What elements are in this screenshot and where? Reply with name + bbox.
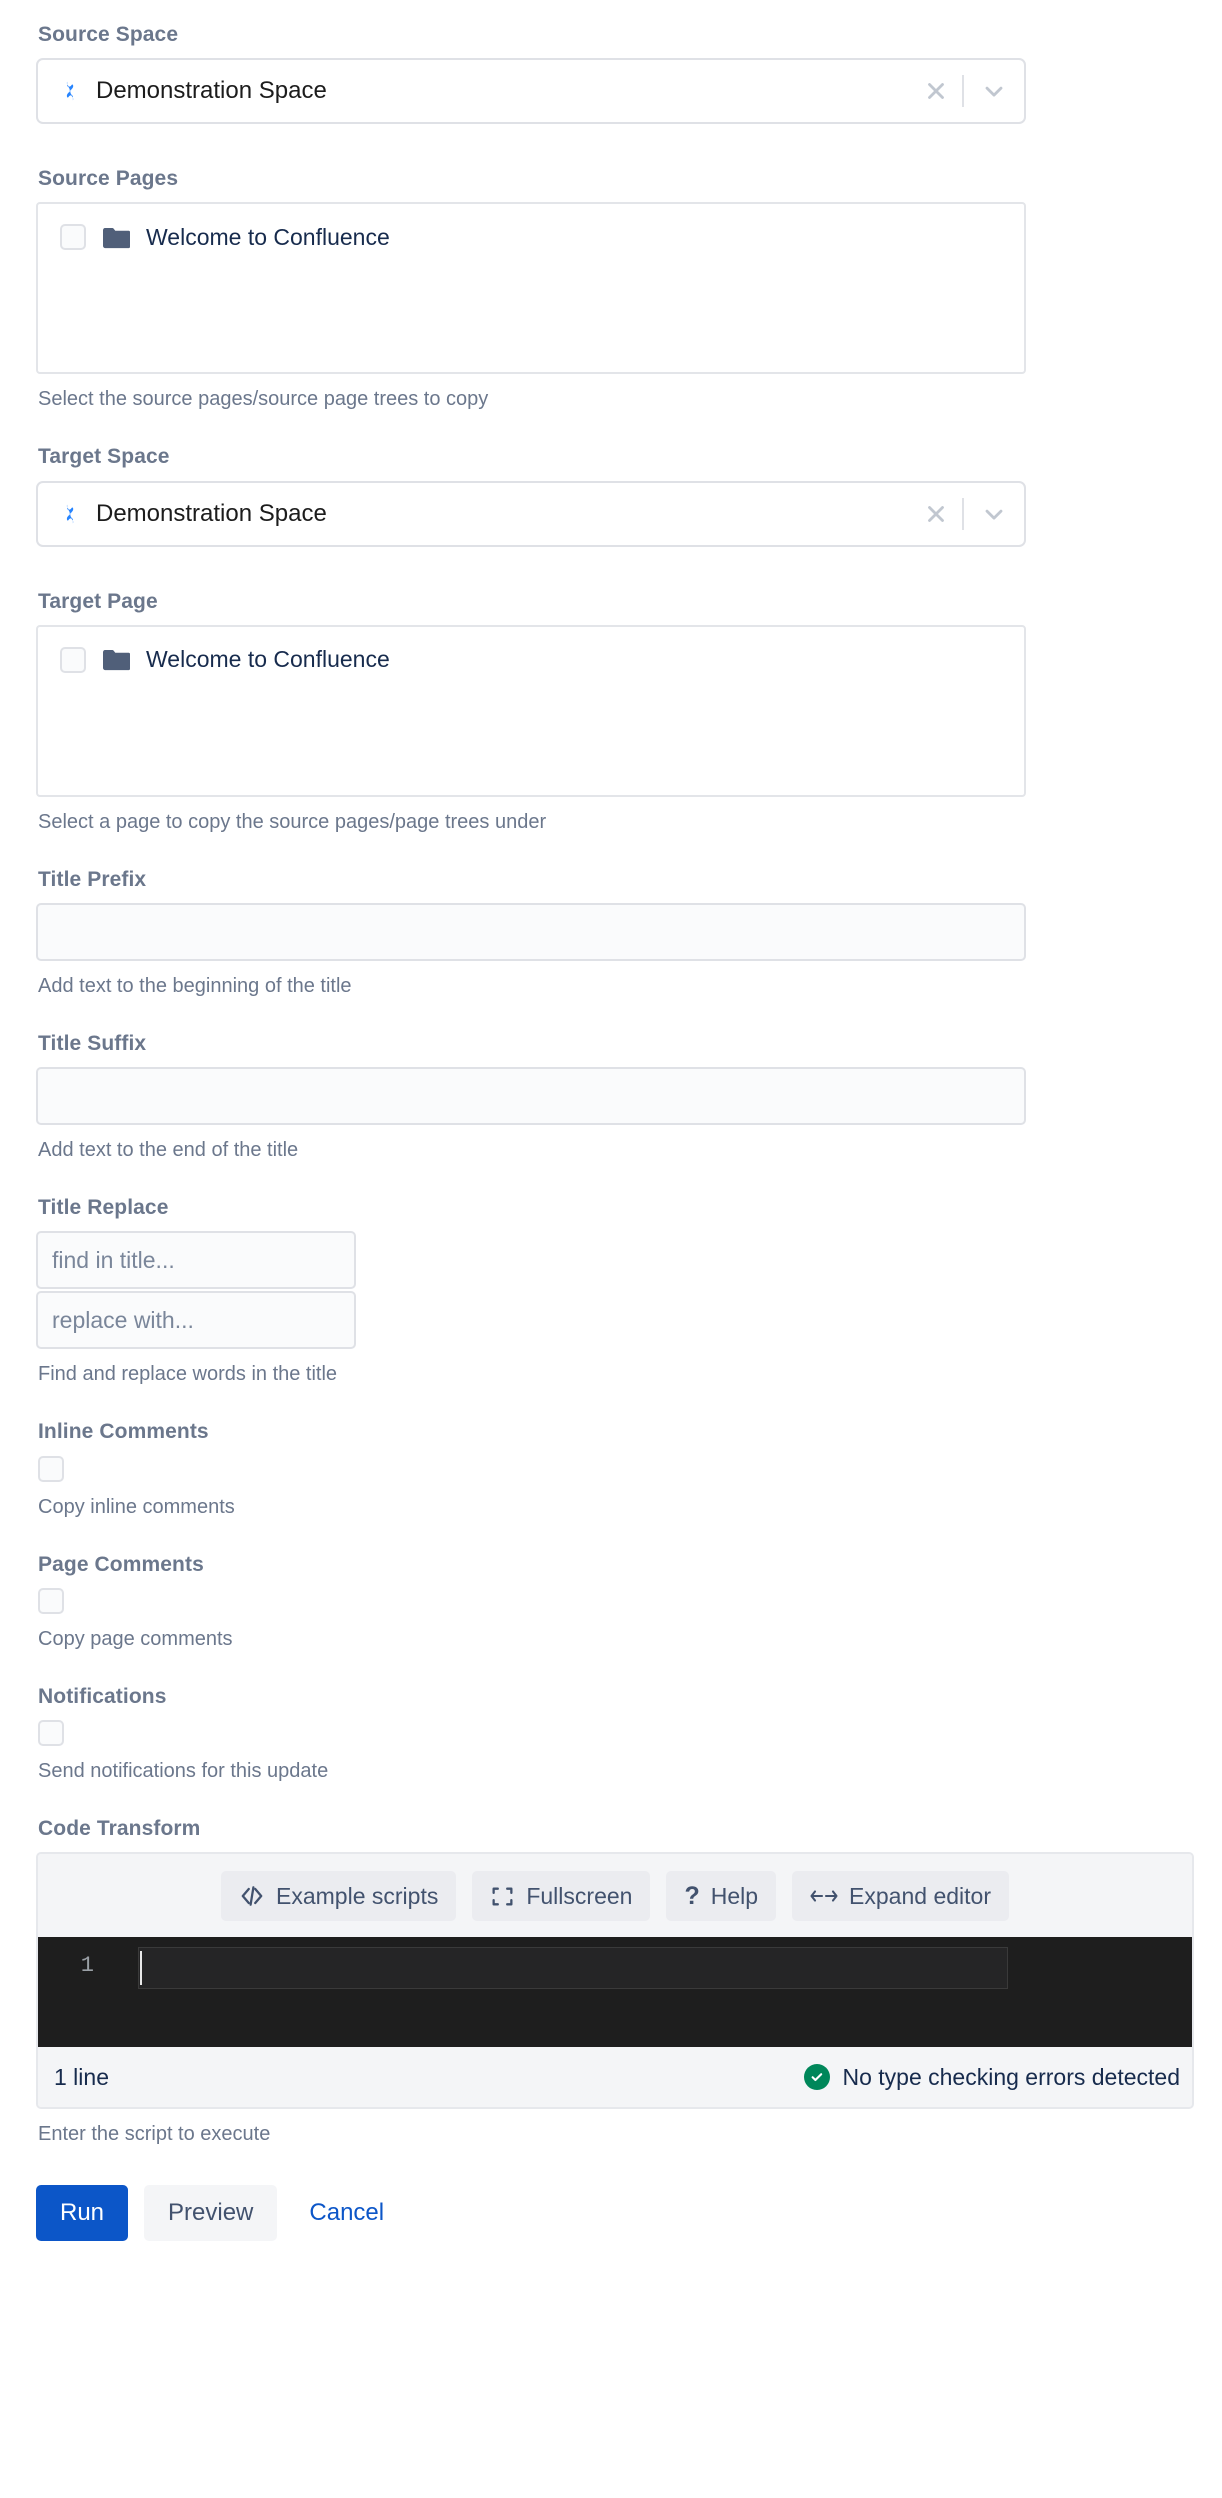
expand-editor-button[interactable]: Expand editor (792, 1871, 1009, 1922)
source-pages-label: Source Pages (38, 167, 179, 191)
folder-icon (103, 650, 130, 671)
target-page-label: Target Page (38, 589, 158, 613)
title-prefix-help: Add text to the beginning of the title (38, 974, 352, 997)
code-editor[interactable]: 1 (38, 1937, 1192, 2048)
line-number: 1 (80, 1953, 94, 1979)
source-space-select[interactable]: Demonstration Space (36, 58, 1026, 125)
run-button[interactable]: Run (36, 2185, 129, 2242)
notifications-checkbox[interactable] (38, 1719, 64, 1746)
code-transform-panel: Example scripts Fullscreen ? Help Expand… (36, 1852, 1194, 2110)
source-space-field: Source Space Demonstration Space (36, 22, 1186, 125)
source-space-selected-value: Demonstration Space (58, 79, 910, 103)
validation-message: No type checking errors detected (842, 2063, 1180, 2090)
expand-editor-label: Expand editor (849, 1882, 991, 1909)
title-suffix-input[interactable] (36, 1067, 1026, 1126)
example-scripts-label: Example scripts (276, 1882, 439, 1909)
inline-comments-field: Inline Comments Copy inline comments (36, 1419, 1186, 1519)
validation-status: No type checking errors detected (804, 2064, 1180, 2091)
copy-page-form: Source Space Demonstration Space Source … (0, 0, 1222, 2273)
line-count-label: 1 line (54, 2063, 109, 2090)
fullscreen-label: Fullscreen (526, 1882, 633, 1909)
code-brackets-icon (241, 1886, 263, 1906)
help-button[interactable]: ? Help (666, 1871, 777, 1922)
example-scripts-button[interactable]: Example scripts (221, 1871, 457, 1922)
title-replace-field: Title Replace Find and replace words in … (36, 1195, 1186, 1387)
form-actions: Run Preview Cancel (36, 2185, 1186, 2242)
target-page-label: Welcome to Confluence (146, 646, 390, 673)
chevron-down-icon[interactable] (964, 500, 1024, 528)
target-page-tree[interactable]: Welcome to Confluence (36, 624, 1026, 797)
inline-comments-checkbox[interactable] (38, 1455, 64, 1482)
target-space-select[interactable]: Demonstration Space (36, 480, 1026, 547)
source-page-label: Welcome to Confluence (146, 223, 390, 250)
list-item[interactable]: Welcome to Confluence (60, 220, 1024, 254)
list-item[interactable]: Welcome to Confluence (60, 643, 1024, 677)
notifications-label: Notifications (38, 1684, 167, 1708)
cancel-button[interactable]: Cancel (293, 2199, 400, 2227)
close-icon[interactable] (910, 501, 962, 527)
target-page-help: Select a page to copy the source pages/p… (38, 810, 547, 833)
code-editor-content[interactable] (110, 1937, 1192, 2047)
page-comments-label: Page Comments (38, 1552, 204, 1576)
title-replace-inputs (36, 1231, 1186, 1350)
active-line-highlight (138, 1947, 1008, 1990)
fullscreen-icon (492, 1887, 513, 1906)
target-space-indicators (910, 483, 1024, 545)
page-comments-field: Page Comments Copy page comments (36, 1552, 1186, 1652)
inline-comments-label: Inline Comments (38, 1420, 209, 1444)
question-mark-icon: ? (684, 1881, 700, 1910)
title-suffix-label: Title Suffix (38, 1031, 147, 1055)
fullscreen-button[interactable]: Fullscreen (472, 1871, 651, 1922)
target-page-checkbox[interactable] (60, 646, 86, 673)
target-space-field: Target Space Demonstration Space (36, 444, 1186, 547)
inline-comments-help: Copy inline comments (38, 1495, 235, 1518)
notifications-field: Notifications Send notifications for thi… (36, 1684, 1186, 1784)
source-pages-tree[interactable]: Welcome to Confluence (36, 202, 1026, 375)
source-space-label: Source Space (38, 23, 179, 46)
title-suffix-help: Add text to the end of the title (38, 1139, 299, 1162)
folder-icon (103, 227, 130, 248)
title-replace-find-input[interactable] (36, 1231, 356, 1290)
check-circle-icon (804, 2064, 831, 2091)
code-editor-gutter: 1 (38, 1937, 110, 2048)
target-page-field: Target Page Welcome to Confluence Select… (36, 589, 1186, 835)
notifications-help: Send notifications for this update (38, 1759, 329, 1782)
code-transform-help: Enter the script to execute (38, 2123, 271, 2146)
help-label: Help (710, 1882, 759, 1909)
source-page-checkbox[interactable] (60, 224, 86, 251)
target-space-selected-value: Demonstration Space (58, 502, 910, 526)
text-caret (140, 1951, 142, 1986)
code-editor-status-bar: 1 line No type checking errors detected (38, 2047, 1192, 2108)
source-space-value-text: Demonstration Space (96, 79, 327, 104)
source-space-indicators (910, 60, 1024, 122)
code-transform-field: Code Transform Example scripts Fullscree… (36, 1816, 1194, 2147)
chevron-down-icon[interactable] (964, 77, 1024, 105)
target-space-value-text: Demonstration Space (96, 501, 327, 526)
title-replace-replace-input[interactable] (36, 1291, 356, 1350)
title-prefix-input[interactable] (36, 902, 1026, 961)
confluence-space-icon (66, 504, 74, 523)
title-replace-help: Find and replace words in the title (38, 1363, 338, 1386)
page-comments-help: Copy page comments (38, 1627, 233, 1650)
page-comments-checkbox[interactable] (38, 1587, 64, 1614)
confluence-space-icon (66, 81, 74, 101)
title-suffix-field: Title Suffix Add text to the end of the … (36, 1031, 1186, 1163)
title-prefix-label: Title Prefix (38, 867, 147, 891)
target-space-label: Target Space (38, 445, 170, 469)
code-transform-label: Code Transform (38, 1816, 201, 1840)
code-transform-toolbar: Example scripts Fullscreen ? Help Expand… (38, 1854, 1192, 1938)
source-pages-field: Source Pages Welcome to Confluence Selec… (36, 166, 1186, 412)
close-icon[interactable] (910, 78, 962, 104)
title-prefix-field: Title Prefix Add text to the beginning o… (36, 867, 1186, 999)
source-pages-help: Select the source pages/source page tree… (38, 388, 489, 411)
title-replace-label: Title Replace (38, 1196, 169, 1220)
left-right-arrows-icon (810, 1890, 838, 1902)
preview-button[interactable]: Preview (144, 2185, 278, 2242)
